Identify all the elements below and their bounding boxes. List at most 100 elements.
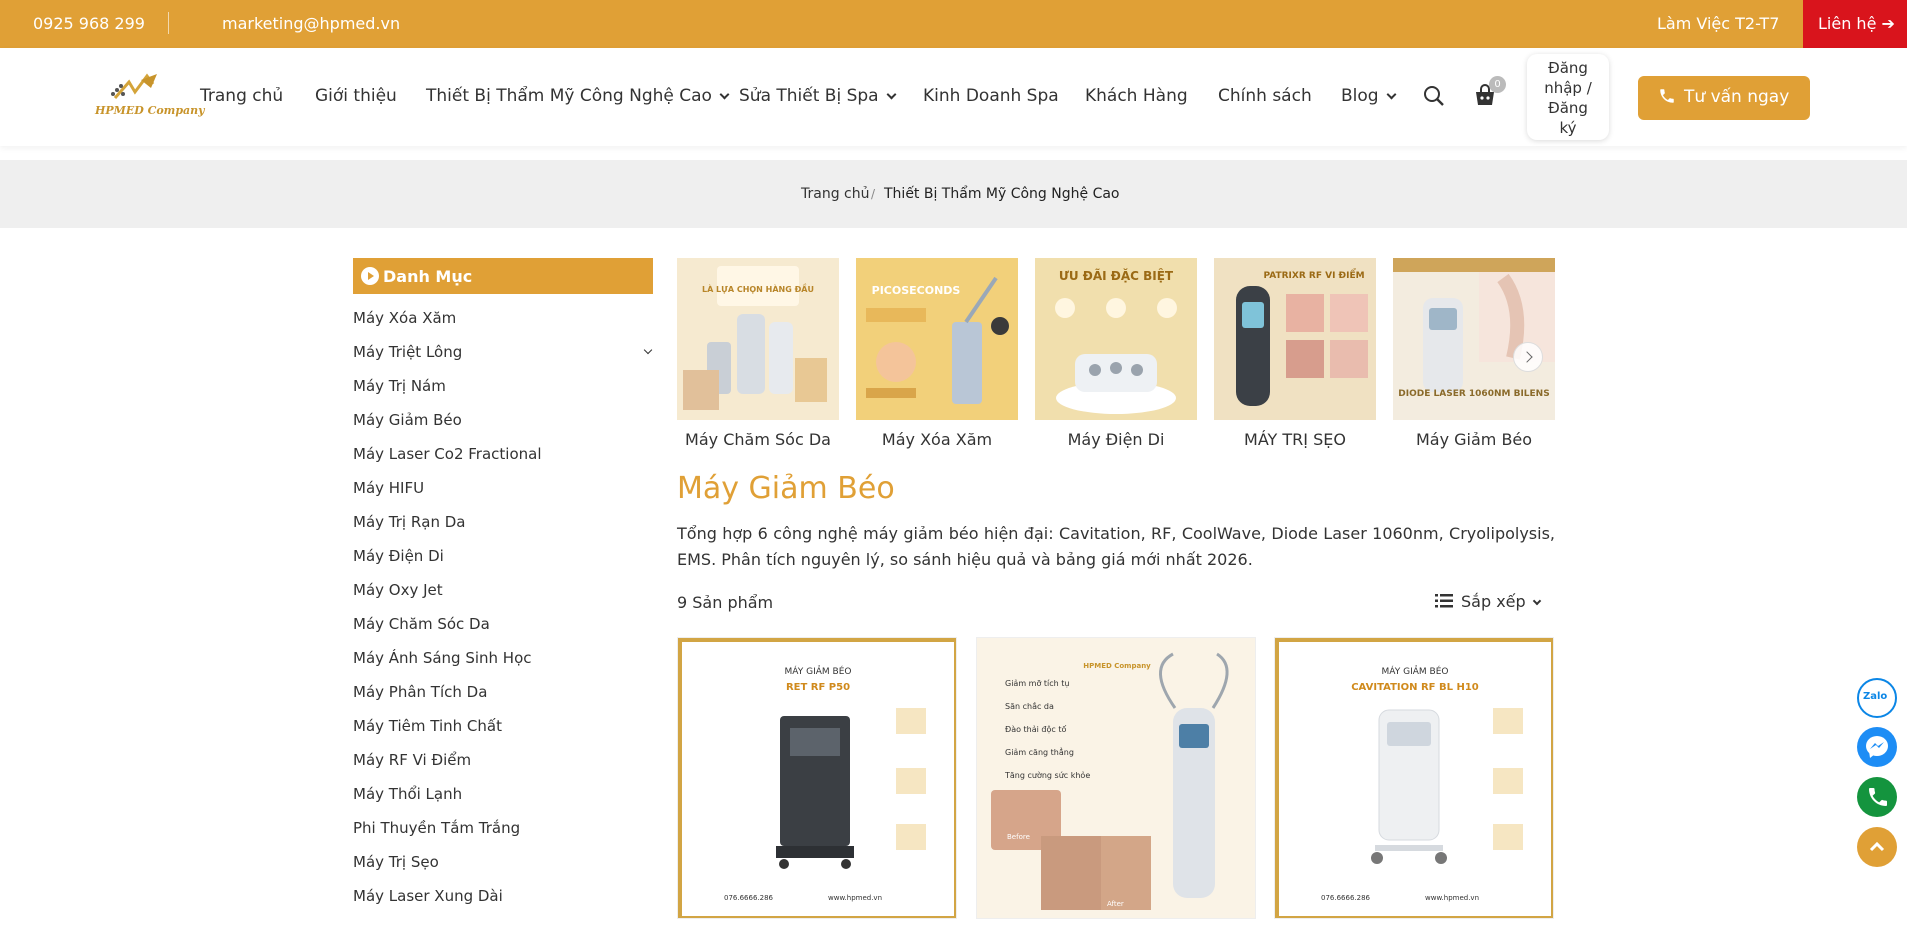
sidebar-heading: Danh Mục	[353, 258, 653, 294]
product-web: www.hpmed.vn	[828, 894, 882, 902]
nav-devices[interactable]: Thiết Bị Thẩm Mỹ Công Nghệ Cao	[426, 86, 730, 106]
product-image: MÁY GIẢM BÉO RET RF P50 076.6666.286 www…	[678, 638, 956, 918]
sort-dropdown[interactable]: Sắp xếp	[1435, 592, 1541, 611]
chevron-down-icon[interactable]	[643, 345, 653, 355]
slider-next-button[interactable]	[1513, 342, 1543, 372]
consult-label: Tư vấn ngay	[1684, 87, 1790, 107]
sidebar-category-label: Máy Tiêm Tinh Chất	[353, 717, 502, 735]
product-card[interactable]: HPMED Company Giảm mỡ tích tụ Săn chắc d…	[976, 637, 1256, 919]
sidebar-category-label: Phi Thuyền Tắm Trắng	[353, 819, 521, 837]
sidebar-category-item[interactable]: Máy Phân Tích Da	[353, 683, 653, 701]
nav-policy[interactable]: Chính sách	[1218, 86, 1312, 106]
play-circle-icon	[361, 267, 379, 285]
scroll-top-button[interactable]	[1857, 827, 1897, 867]
category-label-electro[interactable]: Máy Điện Di	[1035, 430, 1197, 449]
sidebar-category-label: Máy Thổi Lạnh	[353, 785, 463, 803]
after-label: After	[1107, 900, 1124, 908]
sidebar-title: Danh Mục	[383, 267, 473, 286]
product-feature: Giảm mỡ tích tụ	[1005, 678, 1069, 689]
login-line-3: Đăng	[1548, 99, 1588, 117]
product-phone: 076.6666.286	[724, 894, 774, 902]
sidebar-category-item[interactable]: Phi Thuyền Tắm Trắng	[353, 819, 653, 837]
nav-home[interactable]: Trang chủ	[200, 86, 283, 106]
top-phone[interactable]: 0925 968 299	[33, 14, 145, 33]
sidebar-category-item[interactable]: Máy Trị Sẹo	[353, 853, 653, 871]
sidebar-category-item[interactable]: Máy Tiêm Tinh Chất	[353, 717, 653, 735]
login-register-button[interactable]: Đăng nhập / Đăng ký	[1527, 54, 1609, 140]
search-icon[interactable]	[1422, 84, 1446, 108]
category-label-skincare[interactable]: Máy Chăm Sóc Da	[677, 430, 839, 449]
category-label-tattoo[interactable]: Máy Xóa Xăm	[856, 430, 1018, 449]
call-button[interactable]	[1857, 777, 1897, 817]
sidebar-category-item[interactable]: Máy Trị Nám	[353, 377, 653, 395]
contact-button[interactable]: Liên hệ ➔	[1803, 0, 1907, 48]
tattoo-removal-banner-image: PICOSECONDS	[856, 258, 1018, 420]
category-thumb-electro[interactable]: ƯU ĐÃI ĐẶC BIỆT	[1035, 258, 1197, 420]
category-label-slimming[interactable]: Máy Giảm Béo	[1393, 430, 1555, 449]
cart-icon[interactable]: 0	[1473, 76, 1506, 108]
category-thumb-scar[interactable]: PATRIXR RF VI ĐIỂM	[1214, 258, 1376, 420]
sidebar-category-item[interactable]: Máy Triệt Lông	[353, 343, 653, 361]
sidebar-category-item[interactable]: Máy RF Vi Điểm	[353, 751, 653, 769]
chevron-down-icon	[886, 89, 897, 100]
sidebar-category-item[interactable]: Máy Chăm Sóc Da	[353, 615, 653, 633]
sidebar-category-item[interactable]: Máy HIFU	[353, 479, 653, 497]
thumb-banner-text: PICOSECONDS	[872, 284, 961, 297]
sidebar-category-item[interactable]: Máy Thổi Lạnh	[353, 785, 653, 803]
chevron-down-icon	[719, 89, 730, 100]
product-kicker: MÁY GIẢM BÉO	[1382, 665, 1449, 677]
breadcrumb-current: Thiết Bị Thẩm Mỹ Công Nghệ Cao	[884, 186, 1120, 202]
sidebar-category-label: Máy Laser Xung Dài	[353, 887, 503, 905]
zalo-button[interactable]: Zalo	[1857, 678, 1897, 718]
sidebar-category-label: Máy Triệt Lông	[353, 343, 463, 361]
category-description: Tổng hợp 6 công nghệ máy giảm béo hiện đ…	[677, 524, 1555, 569]
messenger-button[interactable]	[1857, 727, 1897, 767]
top-email[interactable]: marketing@hpmed.vn	[222, 14, 400, 33]
consult-button[interactable]: Tư vấn ngay	[1638, 76, 1810, 120]
category-thumb-tattoo[interactable]: PICOSECONDS	[856, 258, 1018, 420]
messenger-icon	[1866, 736, 1888, 758]
logo-text: HPMED Company	[95, 104, 205, 117]
sidebar-category-item[interactable]: Máy Giảm Béo	[353, 411, 653, 429]
product-model: RET RF P50	[786, 682, 850, 693]
sidebar-category-item[interactable]: Máy Trị Rạn Da	[353, 513, 653, 531]
product-phone: 076.6666.286	[1321, 894, 1371, 902]
product-count: 9 Sản phẩm	[677, 593, 774, 612]
login-line-2: nhập /	[1544, 79, 1592, 97]
sidebar-category-item[interactable]: Máy Laser Xung Dài	[353, 887, 653, 905]
sidebar-category-item[interactable]: Máy Điện Di	[353, 547, 653, 565]
product-kicker: HPMED Company	[1083, 662, 1151, 670]
sidebar-category-item[interactable]: Máy Xóa Xăm	[353, 309, 653, 327]
chevron-down-icon	[1386, 89, 1397, 100]
sidebar-category-label: Máy HIFU	[353, 479, 425, 497]
nav-about[interactable]: Giới thiệu	[315, 86, 397, 106]
product-feature: Giảm căng thẳng	[1005, 747, 1074, 757]
category-thumb-slimming[interactable]: DIODE LASER 1060NM BILENS	[1393, 258, 1555, 420]
nav-blog[interactable]: Blog	[1341, 86, 1397, 106]
sidebar-category-item[interactable]: Máy Oxy Jet	[353, 581, 653, 599]
zalo-label: Zalo	[1863, 691, 1888, 702]
breadcrumb-home[interactable]: Trang chủ	[801, 186, 869, 202]
sort-label: Sắp xếp	[1461, 592, 1526, 611]
product-card[interactable]: MÁY GIẢM BÉO CAVITATION RF BL H10 076.66…	[1274, 637, 1554, 919]
breadcrumb: Trang chủ / Thiết Bị Thẩm Mỹ Công Nghệ C…	[0, 160, 1907, 228]
product-card[interactable]: MÁY GIẢM BÉO RET RF P50 076.6666.286 www…	[677, 637, 957, 919]
sidebar-category-item[interactable]: Máy Ánh Sáng Sinh Học	[353, 649, 653, 667]
sidebar-category-label: Máy Điện Di	[353, 547, 444, 565]
nav-business[interactable]: Kinh Doanh Spa	[923, 86, 1059, 106]
nav-customers[interactable]: Khách Hàng	[1085, 86, 1188, 106]
thumb-banner-text: DIODE LASER 1060NM BILENS	[1398, 389, 1549, 399]
category-thumb-skincare[interactable]: LÀ LỰA CHỌN HÀNG ĐẦU	[677, 258, 839, 420]
product-model: CAVITATION RF BL H10	[1351, 682, 1479, 693]
main-header: HPMED Company Trang chủ Giới thiệu Thiết…	[0, 48, 1907, 146]
logo[interactable]: HPMED Company	[95, 70, 205, 120]
category-label-scar[interactable]: MÁY TRỊ SẸO	[1214, 430, 1376, 449]
product-feature: Tăng cường sức khỏe	[1004, 770, 1090, 780]
sidebar-category-item[interactable]: Máy Laser Co2 Fractional	[353, 445, 653, 463]
nav-repair[interactable]: Sửa Thiết Bị Spa	[739, 86, 897, 106]
product-feature: Đào thải độc tố	[1005, 724, 1066, 734]
product-web: www.hpmed.vn	[1425, 894, 1479, 902]
nav-repair-label: Sửa Thiết Bị Spa	[739, 86, 879, 106]
sidebar-category-label: Máy Xóa Xăm	[353, 309, 457, 327]
nav-devices-label: Thiết Bị Thẩm Mỹ Công Nghệ Cao	[426, 86, 712, 106]
